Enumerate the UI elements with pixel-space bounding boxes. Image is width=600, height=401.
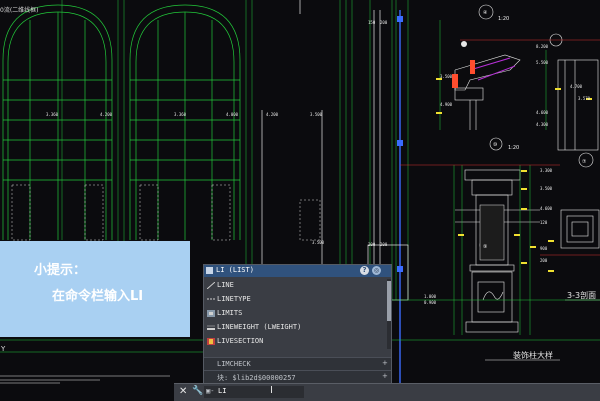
autocomplete-item-line[interactable]: LINE xyxy=(204,279,387,292)
close-icon[interactable]: ✕ xyxy=(179,386,187,397)
dimension-label: 4.000 xyxy=(226,112,239,117)
dimension-label: 0.900 xyxy=(424,300,437,305)
dimension-label: 4.200 xyxy=(100,112,113,117)
dimension-label: 1.000 xyxy=(424,294,437,299)
dimension-label: 4.900 xyxy=(440,102,453,107)
livesection-icon xyxy=(207,338,215,345)
autocomplete-popup[interactable]: LI (LIST) ? ◎ LINE LINETYPE LIMITS LINEW… xyxy=(203,264,392,384)
help-icon[interactable]: ? xyxy=(360,266,369,275)
command-line[interactable]: ✕ 🔧 ▣- LI I xyxy=(174,383,600,401)
dimension-label: 3.570 xyxy=(578,96,591,101)
circle-marker-label: ⑦ xyxy=(582,159,587,165)
ucs-y-label: Y xyxy=(1,345,6,353)
dimension-label: 3.500 xyxy=(310,112,323,117)
section-label-3-3: 3-3剖面 xyxy=(567,291,597,300)
autocomplete-header-label: LI (LIST) xyxy=(216,266,254,274)
wrench-icon[interactable]: 🔧 xyxy=(192,386,203,396)
dimension-label: 3.360 xyxy=(174,112,187,117)
dimension-label: 1:20 xyxy=(498,16,509,22)
expand-icon[interactable]: + xyxy=(382,372,388,380)
lineweight-icon xyxy=(207,325,215,330)
section-label-column-detail: 装饰柱大样 xyxy=(513,351,553,360)
dimension-label: 200 xyxy=(380,242,388,247)
text-cursor-icon: I xyxy=(270,385,273,396)
dimension-label: 4.300 xyxy=(536,122,549,127)
viewport-label[interactable]: 0流(二维线框) xyxy=(0,5,39,15)
dimension-label: 4.200 xyxy=(266,112,279,117)
autocomplete-scrollbar[interactable] xyxy=(387,279,391,349)
command-prompt-icon: ▣- xyxy=(206,387,215,395)
dimension-label: 4.600 xyxy=(536,110,549,115)
circle-marker-label: ④ xyxy=(483,10,488,16)
circle-marker-label: ⑩ xyxy=(493,142,498,148)
dimension-label: 3.500 xyxy=(540,186,553,191)
tip-box: 小提示： 在命令栏输入LI xyxy=(0,241,190,337)
dimension-label: 4.600 xyxy=(540,206,553,211)
dimension-label: 3.300 xyxy=(540,168,553,173)
autocomplete-group-limcheck[interactable]: LIMCHECK + xyxy=(204,357,391,370)
tip-heading: 小提示： xyxy=(34,263,87,278)
autocomplete-item-limits[interactable]: LIMITS xyxy=(204,307,387,320)
dimension-label: 5.500 xyxy=(536,60,549,65)
command-input-value: LI xyxy=(218,387,227,395)
dimension-label: 3.500 xyxy=(440,74,453,79)
autocomplete-item-linetype[interactable]: LINETYPE xyxy=(204,293,387,306)
autocomplete-item-lineweight[interactable]: LINEWEIGHT (LWEIGHT) xyxy=(204,321,387,334)
linetype-icon xyxy=(207,298,215,300)
autocomplete-group-block[interactable]: 块: $lib2d$00000257 + xyxy=(204,370,391,383)
dimension-label: 200 xyxy=(368,242,376,247)
autocomplete-item-livesection[interactable]: LIVESECTION xyxy=(204,335,387,348)
dimension-label: 150 xyxy=(368,20,376,25)
autocomplete-header[interactable]: LI (LIST) ? ◎ xyxy=(204,265,391,277)
dimension-label: 4.700 xyxy=(570,84,583,89)
limits-icon xyxy=(207,310,215,317)
dimension-label: 1:20 xyxy=(508,145,519,151)
dimension-label: 120 xyxy=(540,220,548,225)
dimension-label: 200 xyxy=(540,258,548,263)
list-command-icon xyxy=(206,267,213,274)
dimension-label: 8.200 xyxy=(536,44,549,49)
expand-icon[interactable]: + xyxy=(382,359,388,367)
command-input[interactable]: ▣- LI xyxy=(204,386,304,398)
circle-marker-label: ⑨ xyxy=(483,244,487,250)
dimension-label: 3.360 xyxy=(46,112,59,117)
scrollbar-thumb[interactable] xyxy=(387,281,391,321)
globe-icon[interactable]: ◎ xyxy=(372,266,381,275)
dimension-label: 200 xyxy=(380,20,388,25)
dimension-label: 900 xyxy=(540,246,548,251)
dimension-label: 3.500 xyxy=(312,240,325,245)
line-icon xyxy=(207,282,215,289)
tip-instruction: 在命令栏输入LI xyxy=(52,289,144,304)
